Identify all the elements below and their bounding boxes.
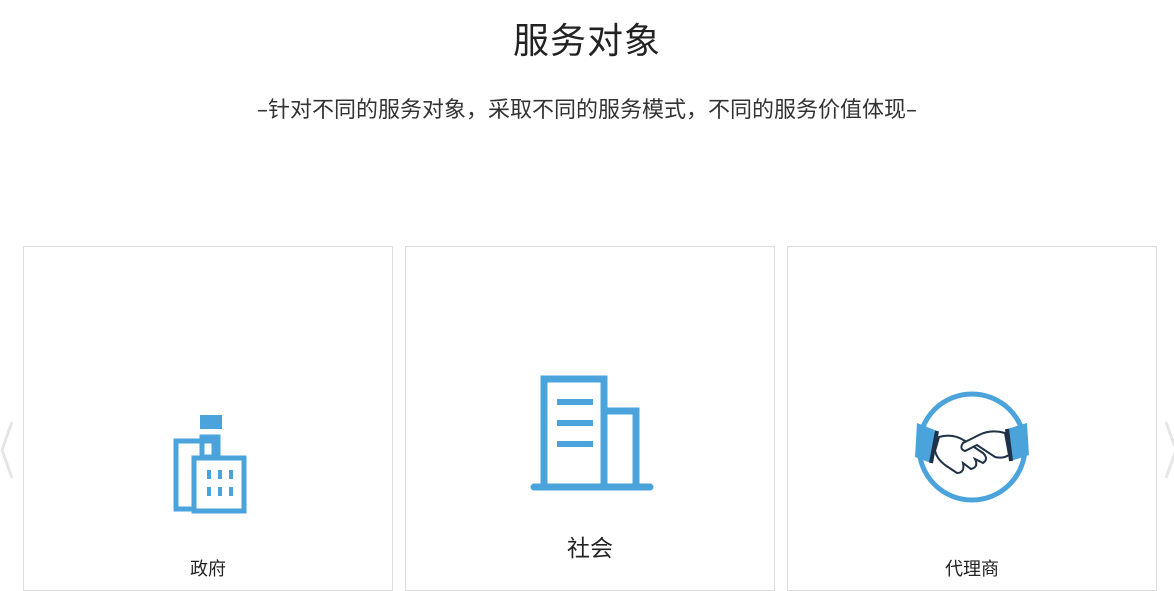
service-card-agent[interactable]: 代理商 [787, 246, 1157, 591]
carousel-next-icon[interactable] [1164, 420, 1174, 480]
office-building-icon [530, 375, 654, 491]
section-title: 服务对象 [512, 21, 661, 62]
card-label: 社会 [567, 536, 613, 562]
section-subtitle: –针对不同的服务对象，采取不同的服务模式，不同的服务价值体现– [256, 98, 917, 123]
service-card-government[interactable]: 政府 [23, 246, 393, 591]
government-building-icon [173, 415, 247, 514]
card-label: 代理商 [945, 559, 999, 580]
carousel-prev-icon[interactable] [0, 420, 14, 480]
service-card-society[interactable]: 社会 [405, 246, 775, 591]
card-label: 政府 [190, 559, 226, 580]
handshake-icon [915, 391, 1029, 503]
